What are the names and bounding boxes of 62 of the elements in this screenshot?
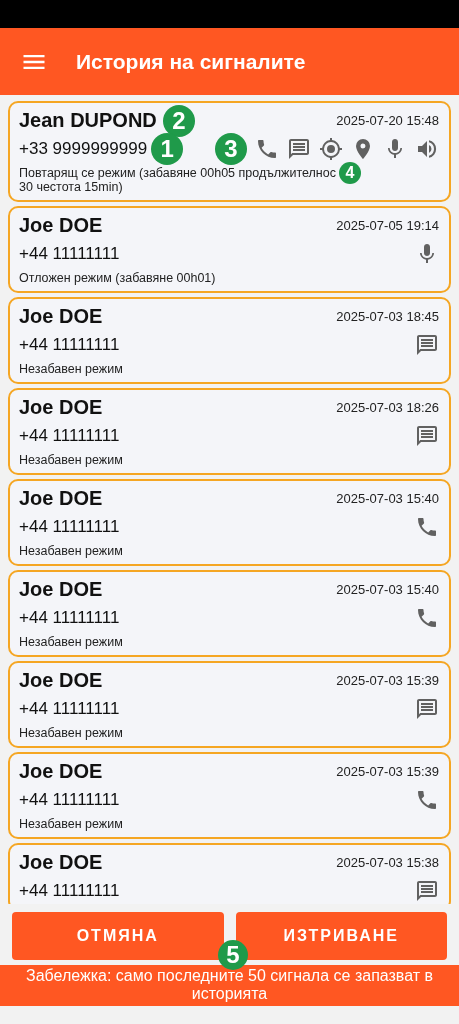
signal-description: Незабавен режим (19, 817, 123, 831)
signal-date: 2025-07-03 18:45 (336, 309, 439, 324)
signal-date: 2025-07-03 15:40 (336, 582, 439, 597)
phone-icon (415, 606, 439, 630)
contact-name: Joe DOE (19, 396, 103, 419)
phone-number: +33 9999999999 (19, 139, 148, 159)
signal-description: Незабавен режим (19, 362, 123, 376)
signal-card[interactable]: Joe DOE 2025-07-05 19:14 +44 11111111 Отложен режим (забавяне 00h01) (8, 206, 451, 293)
number-badge: 4 (338, 162, 361, 184)
phone-number: +44 11111111 (19, 790, 120, 810)
phone-number: +44 11111111 (19, 335, 120, 355)
signal-date: 2025-07-03 15:39 (336, 764, 439, 779)
phone-icon (255, 137, 279, 161)
message-icon (415, 424, 439, 448)
contact-name: Joe DOE (19, 214, 103, 237)
number-badge: 2 (162, 104, 195, 137)
message-icon (415, 879, 439, 903)
number-badge: 1 (151, 133, 184, 165)
phone-icon (415, 515, 439, 539)
signal-description: Незабавен режим (19, 635, 123, 649)
signal-description: Незабавен режим (19, 544, 123, 558)
phone-number: +44 11111111 (19, 244, 120, 264)
signal-card[interactable]: Joe DOE 2025-07-03 15:40 +44 11111111 Незабавен режим (8, 479, 451, 566)
signal-description: Повтарящ се режим (забавяне 00h05 продължителнос (19, 166, 336, 180)
signal-description: Отложен режим (забавяне 00h01) (19, 271, 216, 285)
number-badge: 3 (215, 133, 247, 165)
message-icon (287, 137, 311, 161)
signal-date: 2025-07-03 15:39 (336, 673, 439, 688)
signal-description: Незабавен режим (19, 726, 123, 740)
contact-name: Joe DOE (19, 305, 103, 328)
signal-date: 2025-07-03 15:38 (336, 855, 439, 870)
message-icon (415, 697, 439, 721)
contact-name: Joe DOE (19, 487, 103, 510)
signal-description: Незабавен режим (19, 453, 123, 467)
contact-name: Joe DOE (19, 669, 103, 692)
signal-card[interactable]: Joe DOE 2025-07-03 15:40 +44 11111111 Незабавен режим (8, 570, 451, 657)
speaker-icon (415, 137, 439, 161)
message-icon (415, 333, 439, 357)
note-banner: Забележка: само последните 50 сигнала се запазват в историята (0, 965, 459, 1006)
phone-number: +44 11111111 (19, 426, 120, 446)
contact-name: Joe DOE (19, 760, 103, 783)
phone-icon (415, 788, 439, 812)
screen-title: История на сигналите (76, 49, 306, 74)
signal-date: 2025-07-20 15:48 (336, 113, 439, 128)
signal-card[interactable]: Joe DOE 2025-07-03 15:39 +44 11111111 Незабавен режим (8, 752, 451, 839)
gps-target-icon (319, 137, 343, 161)
phone-number: +44 11111111 (19, 699, 120, 719)
signal-card[interactable]: Joe DOE 2025-07-03 15:39 +44 11111111 Незабавен режим (8, 661, 451, 748)
contact-name: Jean DUPOND (19, 109, 157, 132)
phone-number: +44 11111111 (19, 608, 120, 628)
signal-date: 2025-07-03 18:26 (336, 400, 439, 415)
phone-number: +44 11111111 (19, 881, 120, 901)
contact-name: Joe DOE (19, 851, 103, 874)
signal-card[interactable]: Joe DOE 2025-07-03 18:26 +44 11111111 Незабавен режим (8, 388, 451, 475)
signal-date: 2025-07-05 19:14 (336, 218, 439, 233)
signal-card[interactable]: Joe DOE 2025-07-03 15:38 +44 11111111 (8, 843, 451, 904)
signal-card[interactable]: Joe DOE 2025-07-03 18:45 +44 11111111 Незабавен режим (8, 297, 451, 384)
signal-date: 2025-07-03 15:40 (336, 491, 439, 506)
contact-name: Joe DOE (19, 578, 103, 601)
phone-number: +44 11111111 (19, 517, 120, 537)
signal-description: 30 честота 15min) (19, 180, 123, 194)
signal-card[interactable]: Jean DUPOND 2 2025-07-20 15:48 +33 9999999999 1 3 Повтарящ се режим (забавяне 00h05 продължителнос 4 30 честота 15min) (8, 101, 451, 202)
